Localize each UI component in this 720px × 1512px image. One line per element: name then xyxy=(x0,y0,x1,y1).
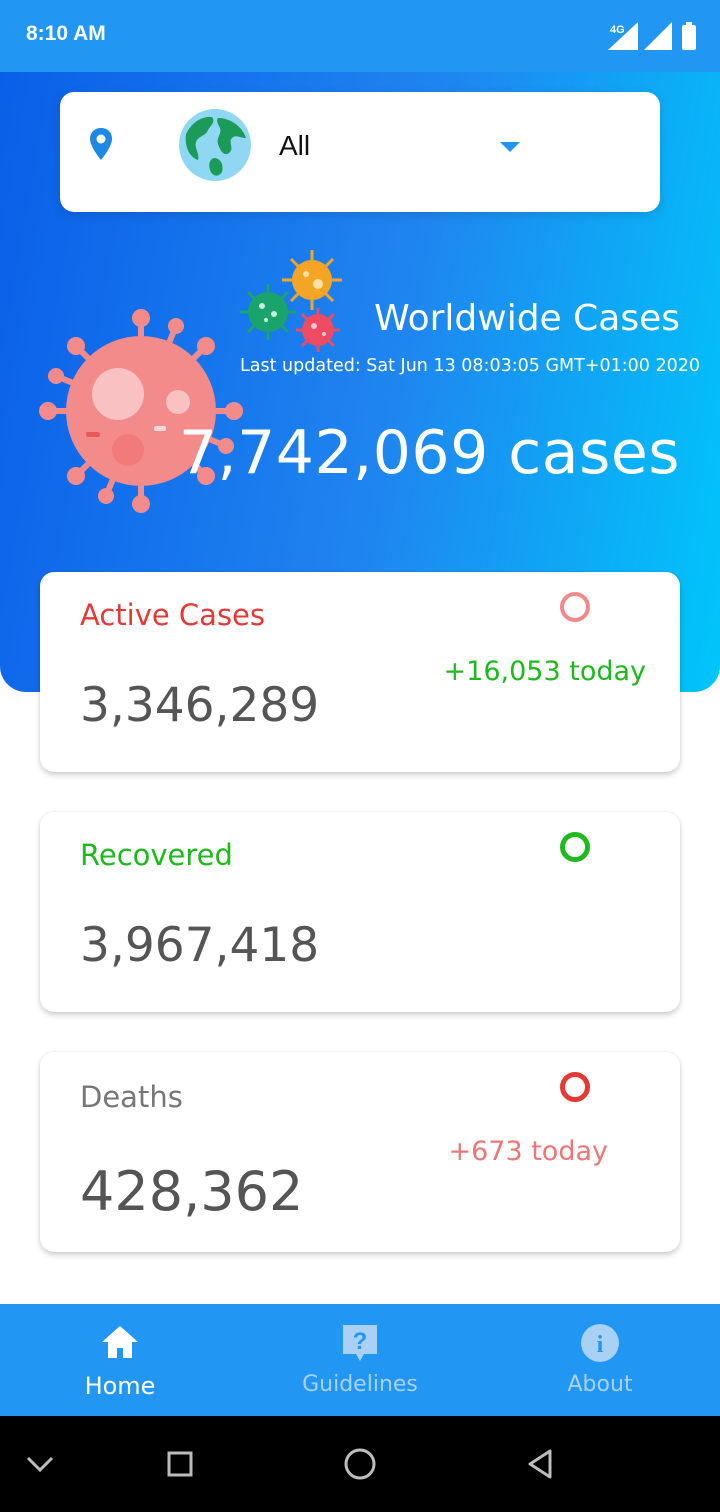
network-type-label: 4G xyxy=(610,24,625,36)
help-icon: ? xyxy=(343,1325,377,1361)
nav-about[interactable]: i About xyxy=(480,1304,720,1416)
status-icons: 4G xyxy=(602,22,702,50)
active-cases-title: Active Cases xyxy=(80,598,266,632)
recovered-status-dot-icon xyxy=(560,832,590,862)
app-root: 8:10 AM 4G All Worldwide Cases Last upda… xyxy=(0,0,720,1512)
bottom-navigation: Home ? Guidelines i About xyxy=(0,1304,720,1416)
active-status-dot-icon xyxy=(560,592,590,622)
nav-guidelines[interactable]: ? Guidelines xyxy=(240,1304,480,1416)
recovered-card[interactable]: Recovered 3,967,418 xyxy=(40,812,680,1012)
deaths-value: 428,362 xyxy=(80,1160,304,1223)
nav-home[interactable]: Home xyxy=(0,1304,240,1416)
nav-home-label: Home xyxy=(84,1372,156,1400)
status-bar: 8:10 AM 4G xyxy=(0,0,720,72)
nav-about-label: About xyxy=(567,1372,633,1397)
deaths-title: Deaths xyxy=(80,1080,183,1114)
nav-guidelines-label: Guidelines xyxy=(302,1372,418,1397)
home-icon xyxy=(102,1326,138,1358)
recovered-title: Recovered xyxy=(80,838,233,872)
deaths-status-dot-icon xyxy=(560,1072,590,1102)
svg-text:?: ? xyxy=(353,1328,368,1355)
worldwide-total-cases: 7,742,069 cases xyxy=(178,418,680,488)
home-button-icon[interactable] xyxy=(340,1444,380,1484)
location-pin-icon xyxy=(90,128,112,160)
recents-icon[interactable] xyxy=(160,1444,200,1484)
system-navigation-bar xyxy=(0,1416,720,1512)
info-icon: i xyxy=(581,1324,619,1362)
collapse-icon[interactable] xyxy=(20,1444,60,1484)
globe-icon xyxy=(179,109,251,181)
deaths-today: +673 today xyxy=(448,1136,608,1167)
worldwide-title: Worldwide Cases xyxy=(374,298,680,339)
svg-text:i: i xyxy=(597,1332,604,1358)
small-viruses-icon xyxy=(240,250,342,352)
dropdown-arrow-icon[interactable] xyxy=(498,140,522,154)
recovered-value: 3,967,418 xyxy=(80,918,320,973)
active-cases-today: +16,053 today xyxy=(443,656,646,687)
last-updated-text: Last updated: Sat Jun 13 08:03:05 GMT+01… xyxy=(240,356,700,376)
active-cases-value: 3,346,289 xyxy=(80,678,320,733)
country-selector[interactable]: All xyxy=(60,92,660,212)
status-time: 8:10 AM xyxy=(26,22,106,45)
signal-icon: 4G xyxy=(608,22,696,50)
back-icon[interactable] xyxy=(520,1444,560,1484)
country-selector-value: All xyxy=(279,130,311,161)
active-cases-card[interactable]: Active Cases +16,053 today 3,346,289 xyxy=(40,572,680,772)
deaths-card[interactable]: Deaths +673 today 428,362 xyxy=(40,1052,680,1252)
